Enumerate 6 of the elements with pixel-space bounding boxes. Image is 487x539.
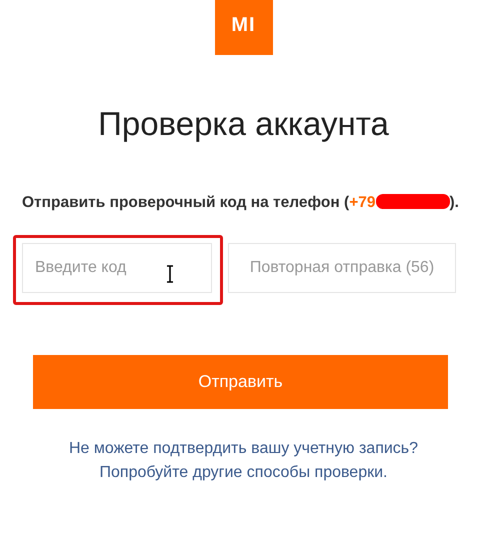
- page-title: Проверка аккаунта: [97, 105, 390, 143]
- help-link[interactable]: Не можете подтвердить вашу учетную запись?: [0, 437, 487, 461]
- code-input-field[interactable]: Введите код: [22, 243, 212, 293]
- mi-logo: MI: [214, 0, 272, 55]
- send-code-message: Отправить проверочный код на телефон (+79 ).: [22, 193, 460, 213]
- help-link[interactable]: Попробуйте другие способы проверки.: [0, 461, 487, 485]
